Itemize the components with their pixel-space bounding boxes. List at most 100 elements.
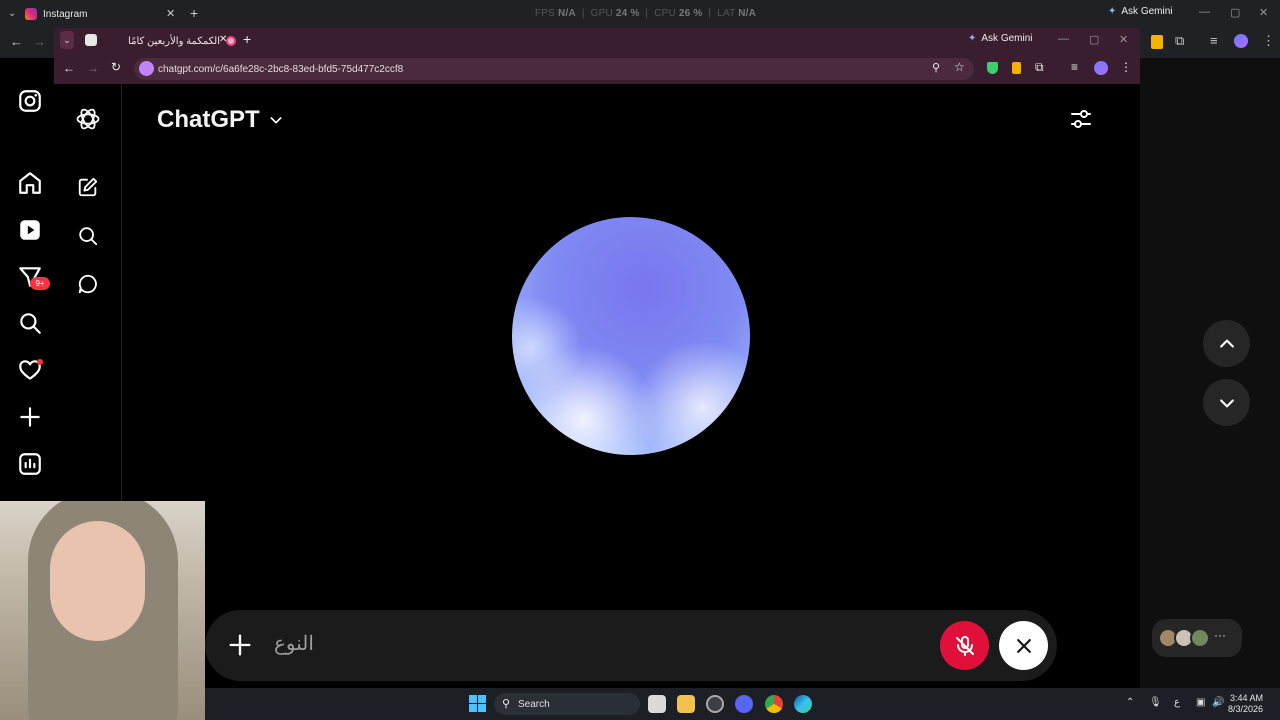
instagram-logo-icon[interactable] bbox=[17, 88, 43, 114]
task-view-icon[interactable] bbox=[648, 695, 666, 713]
instagram-favicon-icon bbox=[25, 8, 37, 20]
gpu-label: GPU bbox=[590, 8, 613, 19]
discord-icon[interactable] bbox=[735, 695, 753, 713]
home-icon[interactable] bbox=[17, 170, 43, 196]
outer-back-icon[interactable]: ← bbox=[10, 34, 23, 49]
outer-ask-gemini-label: Ask Gemini bbox=[1121, 6, 1173, 17]
webcam-person-face bbox=[50, 521, 145, 641]
inner-new-tab-icon[interactable]: + bbox=[243, 31, 251, 47]
mute-mic-button[interactable] bbox=[940, 621, 989, 670]
chrome-icon[interactable] bbox=[765, 695, 783, 713]
mic-off-icon bbox=[955, 635, 974, 656]
scroll-down-button[interactable] bbox=[1203, 379, 1250, 426]
inner-profile-avatar[interactable] bbox=[1094, 61, 1108, 75]
cpu-value: 26 % bbox=[678, 8, 703, 19]
new-tab-icon[interactable]: + bbox=[190, 5, 198, 21]
attach-plus-icon[interactable] bbox=[226, 629, 254, 661]
outer-forward-icon[interactable]: → bbox=[33, 34, 46, 49]
gpu-value: 24 % bbox=[615, 8, 640, 19]
zoom-icon[interactable]: ⚲ bbox=[932, 61, 940, 74]
inner-menu-icon[interactable]: ⋮ bbox=[1120, 60, 1132, 74]
openai-logo-icon[interactable] bbox=[74, 105, 102, 133]
inner-tab-title: الكمكمة والأربعين كامًا bbox=[128, 35, 220, 47]
extension-icon[interactable] bbox=[1151, 35, 1163, 49]
create-icon[interactable] bbox=[17, 404, 43, 430]
profile-avatar[interactable] bbox=[1234, 34, 1248, 48]
taskbar-search-icon: ⚲ bbox=[502, 698, 511, 710]
extensions-puzzle-icon[interactable]: ⧉ bbox=[1175, 33, 1184, 49]
chevron-down-icon bbox=[270, 117, 282, 124]
end-voice-button[interactable] bbox=[999, 621, 1048, 670]
fps-label: FPS bbox=[535, 8, 556, 19]
inner-extension-icon[interactable] bbox=[1012, 62, 1021, 74]
perf-overlay: FPS N/A | GPU 24 % | CPU 26 % | LAT N/A bbox=[535, 8, 757, 19]
avatar bbox=[1190, 628, 1210, 648]
inner-ask-gemini-label: Ask Gemini bbox=[981, 33, 1033, 44]
instagram-feed-area bbox=[1140, 58, 1280, 688]
inner-puzzle-icon[interactable]: ⧉ bbox=[1035, 60, 1044, 75]
lat-value: N/A bbox=[738, 8, 757, 19]
notification-dot bbox=[37, 359, 43, 365]
volume-icon[interactable]: 🔊 bbox=[1212, 697, 1224, 708]
tray-overflow-icon[interactable]: ⌃ bbox=[1126, 697, 1134, 708]
message-input[interactable]: النوع bbox=[274, 631, 314, 656]
taskbar-search[interactable]: Search bbox=[494, 693, 640, 715]
recording-icon bbox=[226, 36, 236, 46]
model-selector[interactable]: ChatGPT bbox=[157, 106, 284, 134]
taskbar-clock[interactable]: 3:44 AM 8/3/2026 bbox=[1228, 693, 1263, 715]
inner-minimize-icon[interactable]: — bbox=[1058, 33, 1069, 45]
voice-input-bar bbox=[205, 610, 1057, 681]
inner-tab-list-icon[interactable]: ⌄ bbox=[60, 31, 74, 49]
model-title: ChatGPT bbox=[157, 106, 260, 133]
inner-gemini-sparkle-icon: ✦ bbox=[968, 33, 977, 44]
outer-tab-instagram[interactable]: Instagram bbox=[25, 3, 181, 25]
chats-icon[interactable] bbox=[77, 273, 99, 295]
reels-icon[interactable] bbox=[17, 217, 43, 243]
inner-close-icon[interactable]: ✕ bbox=[1119, 33, 1128, 46]
file-explorer-icon[interactable] bbox=[677, 695, 695, 713]
clock-time: 3:44 AM bbox=[1230, 693, 1264, 703]
clock-date: 8/3/2026 bbox=[1228, 704, 1264, 714]
edge-icon[interactable] bbox=[794, 695, 812, 713]
windows-start-icon[interactable] bbox=[469, 695, 486, 712]
reading-list-icon[interactable]: ≡ bbox=[1210, 33, 1218, 48]
tab-search-icon[interactable]: ⌄ bbox=[8, 8, 16, 19]
site-mic-icon[interactable] bbox=[139, 61, 154, 76]
search-icon[interactable] bbox=[17, 310, 43, 336]
outer-ask-gemini-button[interactable]: ✦ Ask Gemini bbox=[1108, 6, 1173, 17]
webcam-overlay bbox=[0, 501, 205, 720]
network-icon[interactable]: ▣ bbox=[1196, 697, 1205, 708]
inner-forward-icon[interactable]: → bbox=[87, 61, 99, 75]
inner-maximize-icon[interactable]: ▢ bbox=[1089, 33, 1099, 46]
messages-pill[interactable]: ··· bbox=[1152, 619, 1242, 657]
address-bar[interactable]: chatgpt.com/c/6a6fe28c-2bc8-83ed-bfd5-75… bbox=[134, 58, 974, 80]
shield-extension-icon[interactable] bbox=[987, 62, 998, 74]
outer-close-icon[interactable]: ✕ bbox=[1259, 6, 1268, 19]
messages-badge: 9+ bbox=[30, 277, 50, 290]
tray-mic-icon[interactable]: 🎙 bbox=[1149, 697, 1162, 708]
gemini-sparkle-icon: ✦ bbox=[1108, 6, 1117, 17]
outer-menu-icon[interactable]: ⋮ bbox=[1262, 33, 1275, 49]
dashboard-icon[interactable] bbox=[17, 451, 43, 477]
new-chat-icon[interactable] bbox=[77, 176, 99, 198]
scroll-up-button[interactable] bbox=[1203, 320, 1250, 367]
outer-maximize-icon[interactable]: ▢ bbox=[1230, 6, 1240, 19]
inner-tab-close-icon[interactable]: ✕ bbox=[219, 34, 227, 45]
fps-value: N/A bbox=[558, 8, 576, 19]
bookmark-star-icon[interactable]: ☆ bbox=[954, 60, 965, 74]
chevron-down-icon bbox=[1219, 398, 1234, 407]
chat-search-icon[interactable] bbox=[77, 225, 99, 247]
lat-label: LAT bbox=[717, 8, 736, 19]
inner-reload-icon[interactable]: ↻ bbox=[111, 60, 121, 74]
app-icon[interactable] bbox=[706, 695, 724, 713]
outer-tab-title: Instagram bbox=[43, 8, 88, 20]
inner-back-icon[interactable]: ← bbox=[63, 61, 75, 75]
voice-settings-icon[interactable] bbox=[1069, 107, 1093, 131]
outer-tab-close-icon[interactable]: ✕ bbox=[166, 7, 175, 20]
input-language[interactable]: ع bbox=[1174, 697, 1180, 708]
outer-minimize-icon[interactable]: — bbox=[1199, 6, 1210, 18]
inner-reading-list-icon[interactable]: ≡ bbox=[1071, 60, 1078, 74]
inner-ask-gemini-button[interactable]: ✦ Ask Gemini bbox=[968, 33, 1033, 44]
more-icon: ··· bbox=[1214, 628, 1226, 642]
voice-orb bbox=[512, 217, 750, 455]
